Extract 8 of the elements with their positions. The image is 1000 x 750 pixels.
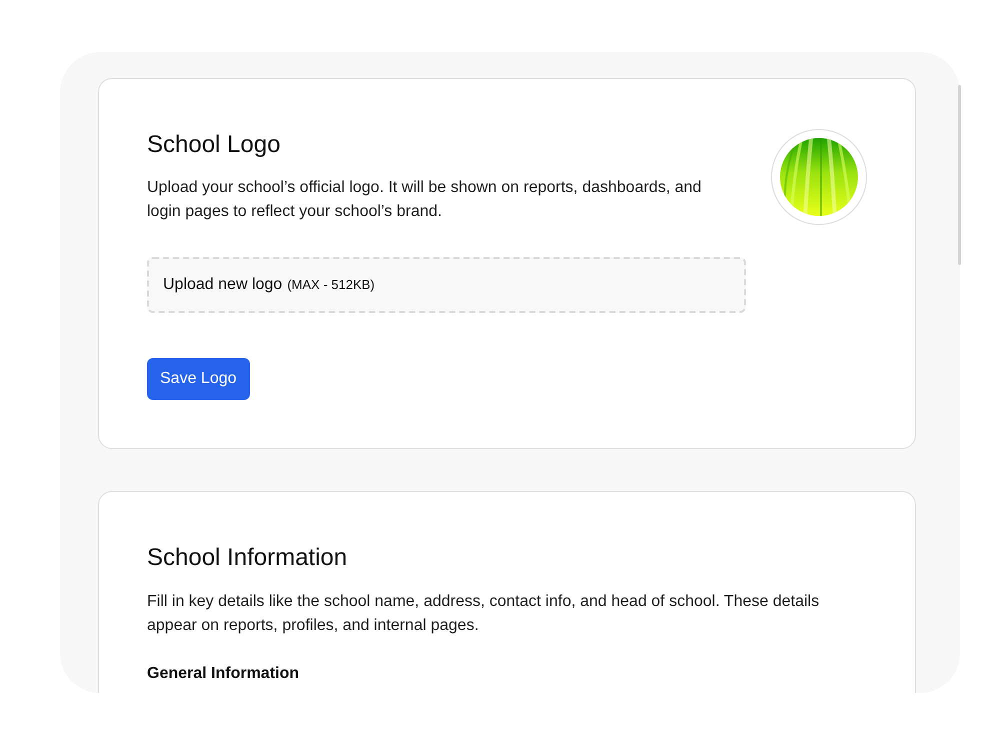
upload-field[interactable]: Upload new logo (MAX - 512KB) (147, 257, 746, 313)
section-title: School Logo (147, 130, 280, 160)
scrollbar[interactable] (958, 85, 961, 265)
section-description: Fill in key details like the school name, address, contact info, and head of school. These details appear on reports, profiles, and internal pages. (147, 592, 820, 636)
section-title: School Information (147, 543, 348, 573)
section-description: Upload your school’s official logo. It will be shown on reports, dashboards, and login pages to reflect your school’s brand. (147, 178, 702, 222)
subsection-heading: General Information (147, 664, 300, 684)
save-logo-button[interactable]: Save Logo (147, 358, 250, 400)
